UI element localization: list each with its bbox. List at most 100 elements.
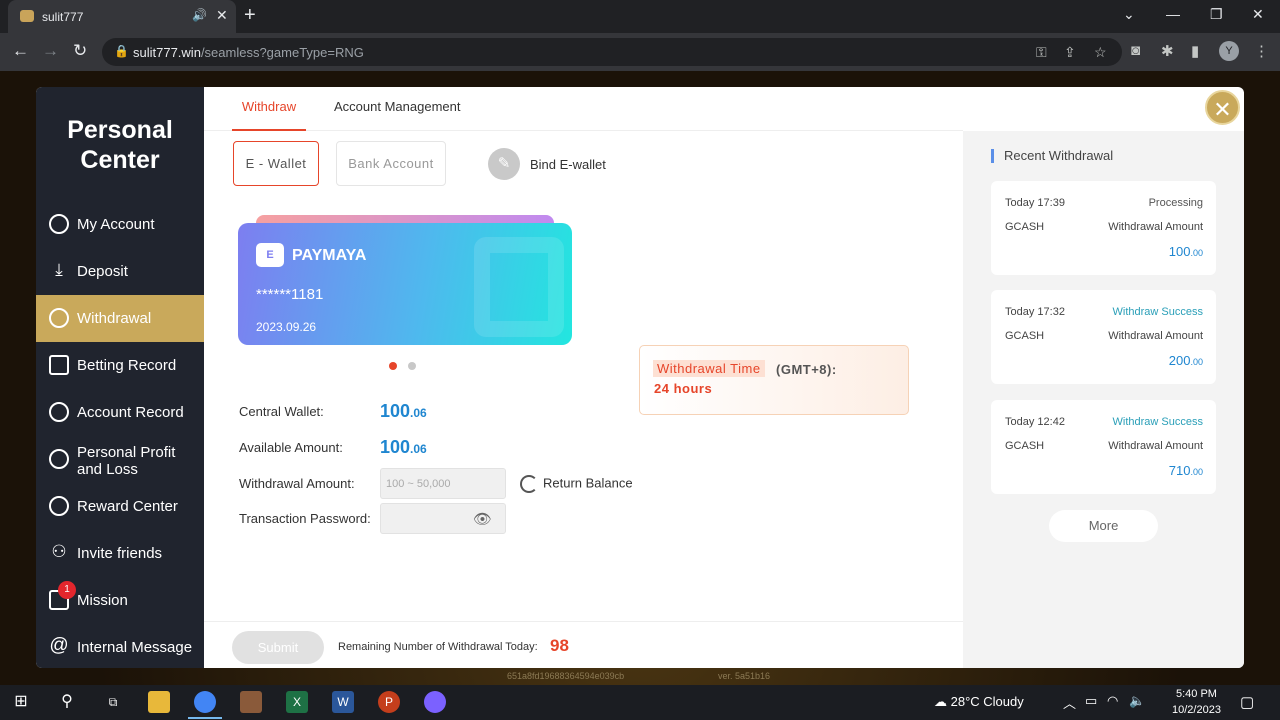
- notifications-icon[interactable]: ▢: [1240, 693, 1254, 711]
- sidebar-item-reward-center[interactable]: Reward Center: [36, 483, 204, 530]
- withdrawal-amount-input[interactable]: 100 ~ 50,000: [380, 468, 506, 499]
- sidebar-item-withdrawal[interactable]: Withdrawal: [36, 295, 204, 342]
- speaker-icon[interactable]: 🔊: [192, 8, 207, 22]
- withdraw-main: Withdraw Account Management E - Wallet B…: [204, 87, 963, 668]
- new-tab-button[interactable]: +: [244, 4, 256, 27]
- sidebar-item-label: Internal Message: [77, 639, 193, 656]
- taskbar-clock[interactable]: 5:40 PM 10/2/2023: [1172, 686, 1221, 718]
- task-view-icon[interactable]: ⧉: [102, 691, 124, 713]
- extensions-icon[interactable]: ✱: [1161, 42, 1174, 60]
- refresh-icon: [520, 475, 538, 493]
- lock-icon[interactable]: 🔒: [114, 44, 129, 58]
- camera-extension-icon[interactable]: ◙: [1131, 42, 1140, 59]
- card-date: 2023.09.26: [256, 320, 317, 334]
- search-icon[interactable]: ⚲: [56, 691, 78, 713]
- sidebar-title-line2: Center: [80, 146, 160, 174]
- deposit-icon: ⤓: [55, 260, 63, 279]
- transaction-password-input[interactable]: 👁: [380, 503, 506, 534]
- withdrawal-time-hours: 24 hours: [654, 381, 713, 396]
- footer-hash: 651a8fd19688364594e039cb: [507, 671, 625, 681]
- messenger-icon[interactable]: [424, 691, 446, 713]
- network-icon[interactable]: ▭: [1085, 693, 1097, 709]
- wallet-logo-icon: E: [256, 243, 284, 267]
- reload-icon[interactable]: ↻: [73, 41, 87, 61]
- sidebar-item-deposit[interactable]: ⤓ Deposit: [36, 248, 204, 295]
- sidebar-item-invite-friends[interactable]: ⚇ Invite friends: [36, 530, 204, 577]
- chrome-icon[interactable]: [194, 691, 216, 713]
- back-icon[interactable]: ←: [12, 41, 29, 61]
- sidebar-item-betting-record[interactable]: Betting Record: [36, 342, 204, 389]
- url-text[interactable]: sulit777.win/seamless?gameType=RNG: [133, 45, 364, 60]
- more-button[interactable]: More: [1049, 510, 1158, 542]
- minimize-button[interactable]: —: [1166, 6, 1180, 22]
- tray-chevron-icon[interactable]: ︿: [1063, 693, 1076, 712]
- forward-icon[interactable]: →: [42, 41, 59, 61]
- address-bar[interactable]: 🔒 sulit777.win/seamless?gameType=RNG ⚿ ⇪…: [102, 38, 1122, 66]
- sidebar-item-label: My Account: [77, 216, 155, 233]
- bank-account-tab[interactable]: Bank Account: [336, 141, 446, 186]
- powerpoint-icon[interactable]: P: [378, 691, 400, 713]
- tab-search-icon[interactable]: ⌄: [1123, 6, 1135, 23]
- bookmark-star-icon[interactable]: ☆: [1094, 44, 1107, 61]
- sidebar-item-account-record[interactable]: Account Record: [36, 389, 204, 436]
- file-explorer-icon[interactable]: [148, 691, 170, 713]
- card-account-number: ******1181: [256, 286, 324, 303]
- ewallet-tab[interactable]: E - Wallet: [233, 141, 319, 186]
- volume-icon[interactable]: 🔈: [1129, 693, 1145, 709]
- remaining-withdrawals-count: 98: [550, 636, 569, 655]
- key-icon[interactable]: ⚿: [1036, 44, 1047, 61]
- sidebar-item-label: Betting Record: [77, 357, 177, 374]
- sidebar-item-my-account[interactable]: My Account: [36, 201, 204, 248]
- central-wallet-value: 100.06: [380, 401, 427, 421]
- sidebar-item-label: Mission: [77, 592, 128, 609]
- withdrawal-record[interactable]: Today 12:42 Withdraw Success GCASH Withd…: [991, 400, 1216, 494]
- submit-bar: Submit Remaining Number of Withdrawal To…: [204, 621, 963, 668]
- tab-close-icon[interactable]: ✕: [216, 7, 228, 24]
- windows-start-icon[interactable]: ⊞: [10, 691, 32, 713]
- record-time: Today 17:39: [1005, 197, 1065, 209]
- wifi-icon[interactable]: ◠: [1107, 693, 1118, 709]
- top-tabs: Withdraw Account Management: [204, 87, 963, 131]
- personal-center-modal: Personal Center My Account ⤓ Deposit Wit…: [36, 87, 1244, 668]
- app-icon[interactable]: [240, 691, 262, 713]
- return-balance-label: Return Balance: [543, 475, 633, 491]
- return-balance-button[interactable]: Return Balance: [520, 475, 633, 493]
- carousel-dot-active[interactable]: [389, 362, 397, 370]
- central-wallet-label: Central Wallet:: [239, 404, 324, 419]
- modal-close-button[interactable]: ✕: [1205, 90, 1240, 125]
- bind-ewallet-label: Bind E-wallet: [530, 157, 606, 172]
- add-user-icon: ⚇: [51, 542, 67, 561]
- withdrawal-record[interactable]: Today 17:39 Processing GCASH Withdrawal …: [991, 181, 1216, 275]
- record-status: Withdraw Success: [1112, 306, 1203, 318]
- weather-widget[interactable]: ☁ 28°C Cloudy: [934, 694, 1024, 710]
- excel-icon[interactable]: X: [286, 691, 308, 713]
- sidebar-item-label: Account Record: [77, 404, 184, 421]
- record-status: Withdraw Success: [1112, 416, 1203, 428]
- sidebar-item-label: Withdrawal: [77, 310, 152, 327]
- tab-account-management[interactable]: Account Management: [334, 87, 460, 131]
- sidebar-item-profit-loss[interactable]: Personal Profit and Loss: [36, 436, 204, 483]
- menu-icon[interactable]: ⋮: [1254, 42, 1269, 60]
- transaction-password-label: Transaction Password:: [239, 511, 371, 526]
- eye-slash-icon[interactable]: 👁: [473, 510, 492, 528]
- recent-withdrawal-title: Recent Withdrawal: [991, 149, 1113, 163]
- sidebar-title-line1: Personal: [67, 116, 173, 144]
- submit-button[interactable]: Submit: [232, 631, 324, 664]
- sidebar-item-internal-message[interactable]: @ Internal Message: [36, 624, 204, 668]
- clock-time: 5:40 PM: [1175, 688, 1217, 700]
- share-icon[interactable]: ⇪: [1064, 44, 1076, 61]
- sidebar-item-label: Deposit: [77, 263, 128, 280]
- carousel-dot[interactable]: [408, 362, 416, 370]
- word-icon[interactable]: W: [332, 691, 354, 713]
- sidebar-item-mission[interactable]: 1 Mission: [36, 577, 204, 624]
- withdrawal-record[interactable]: Today 17:32 Withdraw Success GCASH Withd…: [991, 290, 1216, 384]
- browser-tab[interactable]: sulit777 🔊 ✕: [8, 0, 236, 33]
- ewallet-card[interactable]: E PAYMAYA ******1181 2023.09.26: [238, 223, 572, 345]
- at-icon: @: [49, 635, 69, 656]
- side-panel-icon[interactable]: ▮: [1191, 42, 1199, 60]
- profile-avatar[interactable]: Y: [1219, 41, 1239, 61]
- record-amount-label: Withdrawal Amount: [1108, 440, 1203, 452]
- restore-button[interactable]: ❐: [1210, 6, 1223, 23]
- window-close-button[interactable]: ✕: [1252, 6, 1264, 23]
- tab-withdraw[interactable]: Withdraw: [232, 87, 306, 131]
